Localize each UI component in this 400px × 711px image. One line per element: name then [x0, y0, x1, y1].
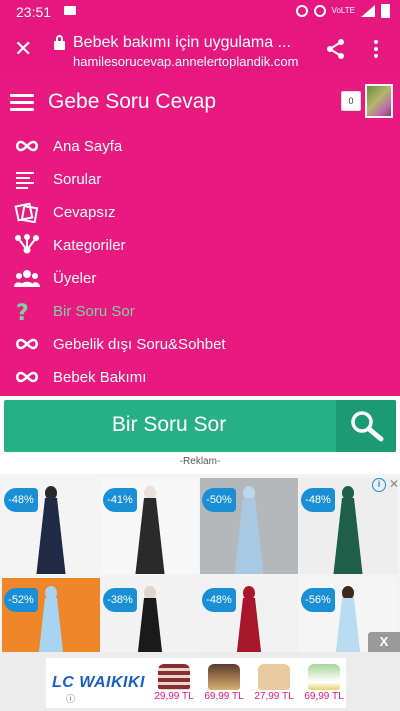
product-image	[135, 486, 165, 574]
menu-item-kategoriler[interactable]: Kategoriler	[0, 229, 400, 262]
lock-icon	[54, 35, 65, 50]
close-ad-button[interactable]: X	[368, 632, 400, 652]
share-icon[interactable]	[326, 38, 346, 60]
page-title: Bebek bakımı için uygulama ...	[73, 34, 291, 51]
lines-icon	[16, 172, 34, 189]
signal-icon	[361, 5, 375, 17]
menu-item-bebek-bakimi[interactable]: Bebek Bakımı	[0, 361, 400, 394]
discount-badge: -48%	[301, 488, 335, 512]
banner-content[interactable]: LC WAIKIKI ⓘ 29,99 TL 69,99 TL 27,99 TL …	[46, 658, 346, 708]
infinity-icon	[15, 140, 39, 152]
price-label: 69,99 TL	[304, 691, 344, 702]
banner-item-4[interactable]: 69,99 TL	[302, 662, 346, 706]
ad-label: -Reklam-	[179, 456, 221, 467]
brand-logo: LC WAIKIKI	[52, 674, 145, 691]
infinity-icon	[15, 371, 39, 383]
ad-product-2[interactable]: -41%	[101, 478, 199, 574]
status-icons: VoLTE	[295, 4, 390, 18]
folder-icon	[64, 6, 76, 15]
discount-badge: -48%	[4, 488, 38, 512]
product-image	[333, 486, 363, 574]
discount-badge: -56%	[301, 588, 335, 612]
search-icon	[351, 411, 384, 442]
ad-close-icon[interactable]: ✕	[389, 477, 399, 491]
menu-item-bir-soru-sor[interactable]: ? Bir Soru Sor	[0, 295, 400, 328]
menu-label: Cevapsız	[53, 204, 116, 221]
price-label: 27,99 TL	[254, 691, 294, 702]
menu-label: Ana Sayfa	[53, 138, 123, 155]
menu-item-cevapsiz[interactable]: Cevapsız	[0, 196, 400, 229]
ad-info-icon[interactable]: ⓘ	[66, 692, 75, 705]
question-icon: ?	[16, 301, 29, 322]
price-label: 29,99 TL	[154, 691, 194, 702]
ad-product-1[interactable]: -48%	[2, 478, 100, 574]
ask-question-bar[interactable]: Bir Soru Sor	[4, 400, 396, 452]
users-icon	[14, 270, 40, 287]
status-bar: 23:51 VoLTE	[0, 0, 400, 26]
close-tab-icon[interactable]: ✕	[14, 36, 32, 62]
discount-badge: -52%	[4, 588, 38, 612]
tree-icon	[15, 234, 39, 254]
discount-badge: -50%	[202, 488, 236, 512]
product-image	[258, 664, 290, 690]
ad-product-3[interactable]: -50%	[200, 478, 298, 574]
dress-shape	[36, 498, 66, 574]
more-options-icon[interactable]	[374, 40, 378, 58]
menu-label: Sorular	[53, 171, 102, 188]
discount-badge: -48%	[202, 588, 236, 612]
nav-menu: Ana Sayfa Sorular Cevapsız Kategoriler Ü…	[0, 130, 400, 396]
network-type: VoLTE	[331, 6, 355, 15]
cards-icon	[14, 202, 39, 223]
banner-item-1[interactable]: 29,99 TL	[152, 662, 196, 706]
site-header: Gebe Soru Cevap 0	[0, 74, 400, 130]
ad-product-grid[interactable]: -48% -41% -50% -48% -52% -38% -48% -56%	[0, 474, 400, 674]
discount-badge: -41%	[103, 488, 137, 512]
svg-text:?: ?	[16, 301, 29, 322]
banner-item-2[interactable]: 69,99 TL	[202, 662, 246, 706]
product-image	[36, 486, 66, 574]
menu-label: Üyeler	[53, 270, 97, 287]
price-label: 69,99 TL	[204, 691, 244, 702]
avatar[interactable]	[365, 84, 393, 118]
menu-label: Bebek Bakımı	[53, 369, 147, 386]
banner-ad[interactable]: LC WAIKIKI ⓘ 29,99 TL 69,99 TL 27,99 TL …	[0, 652, 400, 711]
product-image	[208, 664, 240, 690]
ask-question-button[interactable]: Bir Soru Sor	[4, 413, 334, 437]
menu-label: Kategoriler	[53, 237, 126, 254]
menu-item-sorular[interactable]: Sorular	[0, 163, 400, 196]
page-url[interactable]: hamilesorucevap.annelertoplandik.com	[73, 54, 298, 69]
alarm-icon	[295, 5, 308, 17]
menu-item-ana-sayfa[interactable]: Ana Sayfa	[0, 130, 400, 163]
product-image	[308, 664, 340, 690]
browser-toolbar: ✕ Bebek bakımı için uygulama ... hamiles…	[0, 26, 400, 74]
menu-label: Bir Soru Sor	[53, 303, 135, 320]
infinity-icon	[15, 338, 39, 350]
notification-badge[interactable]: 0	[341, 91, 361, 111]
product-image	[234, 486, 264, 574]
menu-item-gebelik-disi[interactable]: Gebelik dışı Soru&Sohbet	[0, 328, 400, 361]
ad-info-icon[interactable]: i	[372, 478, 386, 492]
menu-label: Gebelik dışı Soru&Sohbet	[53, 336, 226, 353]
banner-item-3[interactable]: 27,99 TL	[252, 662, 296, 706]
search-button[interactable]	[336, 400, 396, 452]
discount-badge: -38%	[103, 588, 137, 612]
status-time: 23:51	[16, 4, 52, 20]
ad-product-4[interactable]: -48%	[299, 478, 397, 574]
battery-icon	[381, 4, 390, 18]
mute-icon	[313, 5, 326, 17]
hamburger-menu-icon[interactable]	[10, 94, 34, 112]
site-title[interactable]: Gebe Soru Cevap	[48, 90, 216, 114]
menu-item-uyeler[interactable]: Üyeler	[0, 262, 400, 295]
product-image	[158, 664, 190, 690]
